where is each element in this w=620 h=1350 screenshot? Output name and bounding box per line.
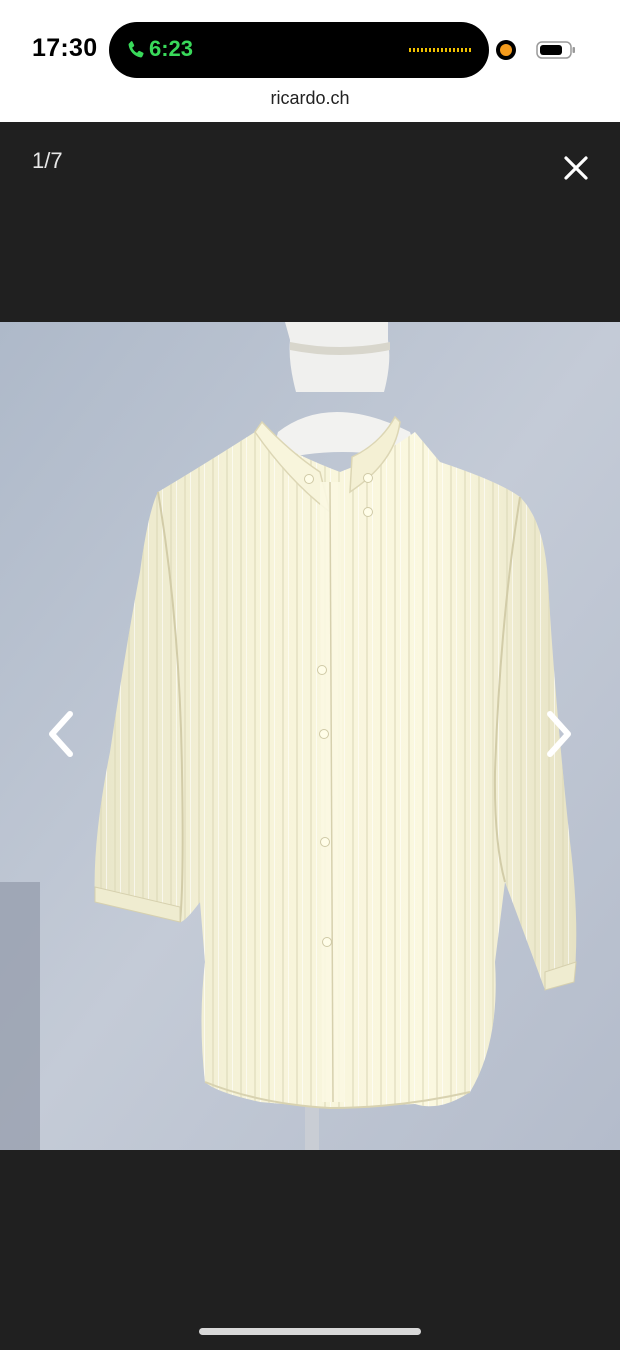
product-photo[interactable] [0, 322, 620, 1150]
dynamic-island-call[interactable]: 6:23 [109, 22, 489, 78]
audio-waveform-icon [409, 48, 471, 52]
image-gallery-viewer: 1/7 [0, 122, 620, 1350]
privacy-indicator [496, 40, 516, 60]
chevron-left-icon[interactable] [40, 706, 80, 762]
image-counter: 1/7 [32, 148, 63, 173]
call-duration: 6:23 [149, 36, 194, 61]
home-indicator[interactable] [199, 1328, 421, 1335]
url-label[interactable]: ricardo.ch [0, 88, 620, 109]
chevron-right-icon[interactable] [540, 706, 580, 762]
phone-icon [128, 41, 144, 58]
status-time: 17:30 [32, 34, 98, 62]
status-bar: 17:30 6:23 ricardo.ch [0, 0, 620, 122]
close-icon[interactable] [560, 152, 592, 184]
battery-icon [536, 41, 575, 59]
